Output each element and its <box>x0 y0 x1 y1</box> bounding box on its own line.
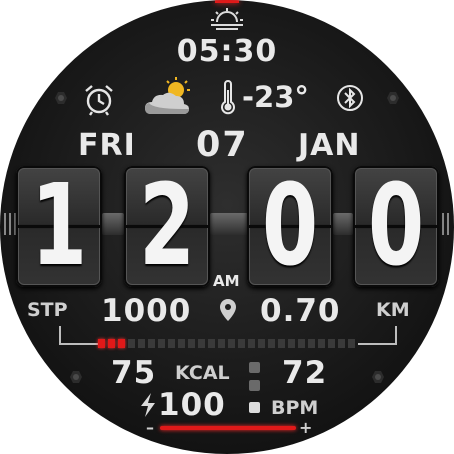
sunrise-icon <box>211 8 243 30</box>
top-indicator <box>215 0 239 3</box>
progress-segment <box>348 339 355 348</box>
steps-value: 1000 <box>101 293 192 329</box>
sunrise-time: 05:30 <box>176 34 278 69</box>
hour-tens-digit: 1 <box>30 161 88 291</box>
bolt-left-bottom <box>70 371 82 383</box>
progress-segment <box>98 339 105 348</box>
progress-segment <box>238 339 245 348</box>
progress-segment <box>298 339 305 348</box>
minute-ones-digit: 0 <box>367 161 425 291</box>
progress-segment <box>208 339 215 348</box>
temperature-value: -23° <box>242 80 309 114</box>
heart-rate-label: BPM <box>271 397 319 419</box>
distance-value: 0.70 <box>260 293 341 329</box>
bolt-right-top <box>387 92 399 104</box>
progress-segment <box>248 339 255 348</box>
progress-segment <box>108 339 115 348</box>
progress-segment <box>158 339 165 348</box>
steps-label: STP <box>27 299 68 321</box>
battery-value: 100 <box>158 387 226 423</box>
minute-tens-digit: 0 <box>261 161 319 291</box>
battery-plus: + <box>299 418 313 437</box>
hour-ones-digit: 2 <box>138 161 196 291</box>
alarm-clock-icon[interactable] <box>82 82 116 116</box>
month-label: JAN <box>298 128 361 163</box>
bolt-right-bottom <box>372 371 384 383</box>
progress-segment <box>268 339 275 348</box>
progress-segment <box>258 339 265 348</box>
progress-segment <box>178 339 185 348</box>
lightning-icon <box>141 393 155 417</box>
progress-segment <box>168 339 175 348</box>
hinge-1 <box>102 213 124 235</box>
watch-face: 05:30 -23° FRI 07 JAN 1 2 0 0 AM STP 100… <box>0 0 454 454</box>
progress-segment <box>128 339 135 348</box>
progress-segment <box>278 339 285 348</box>
partly-cloudy-icon <box>145 77 190 114</box>
hour-tens-tile: 1 <box>16 166 102 287</box>
hinge-2 <box>210 213 248 235</box>
progress-segment <box>218 339 225 348</box>
progress-segment <box>228 339 235 348</box>
progress-segment <box>198 339 205 348</box>
bolt-left-top <box>55 92 67 104</box>
progress-segment <box>308 339 315 348</box>
status-square-3 <box>249 402 260 413</box>
progress-segment <box>148 339 155 348</box>
thermometer-icon <box>221 80 235 115</box>
calories-value: 75 <box>111 355 157 391</box>
day-number: 07 <box>196 125 249 165</box>
hour-ones-tile: 2 <box>124 166 210 287</box>
steps-progress-bar <box>98 339 356 348</box>
right-rail-ticks <box>437 213 451 235</box>
distance-unit: KM <box>376 299 410 321</box>
status-square-2 <box>249 380 260 391</box>
bluetooth-icon[interactable] <box>336 84 364 112</box>
progress-segment <box>328 339 335 348</box>
progress-segment <box>318 339 325 348</box>
progress-segment <box>188 339 195 348</box>
minute-ones-tile: 0 <box>353 166 439 287</box>
battery-level-bar <box>160 426 296 430</box>
status-square-1 <box>249 362 260 373</box>
minute-tens-tile: 0 <box>247 166 333 287</box>
battery-minus: – <box>146 418 154 437</box>
am-pm-label: AM <box>213 272 240 290</box>
calories-label: KCAL <box>175 362 230 384</box>
progress-segment <box>118 339 125 348</box>
progress-segment <box>338 339 345 348</box>
hinge-3 <box>333 213 353 235</box>
progress-segment <box>138 339 145 348</box>
progress-segment <box>288 339 295 348</box>
heart-rate-value: 72 <box>282 355 328 391</box>
location-pin-icon <box>220 299 236 321</box>
weekday-label: FRI <box>78 128 136 163</box>
